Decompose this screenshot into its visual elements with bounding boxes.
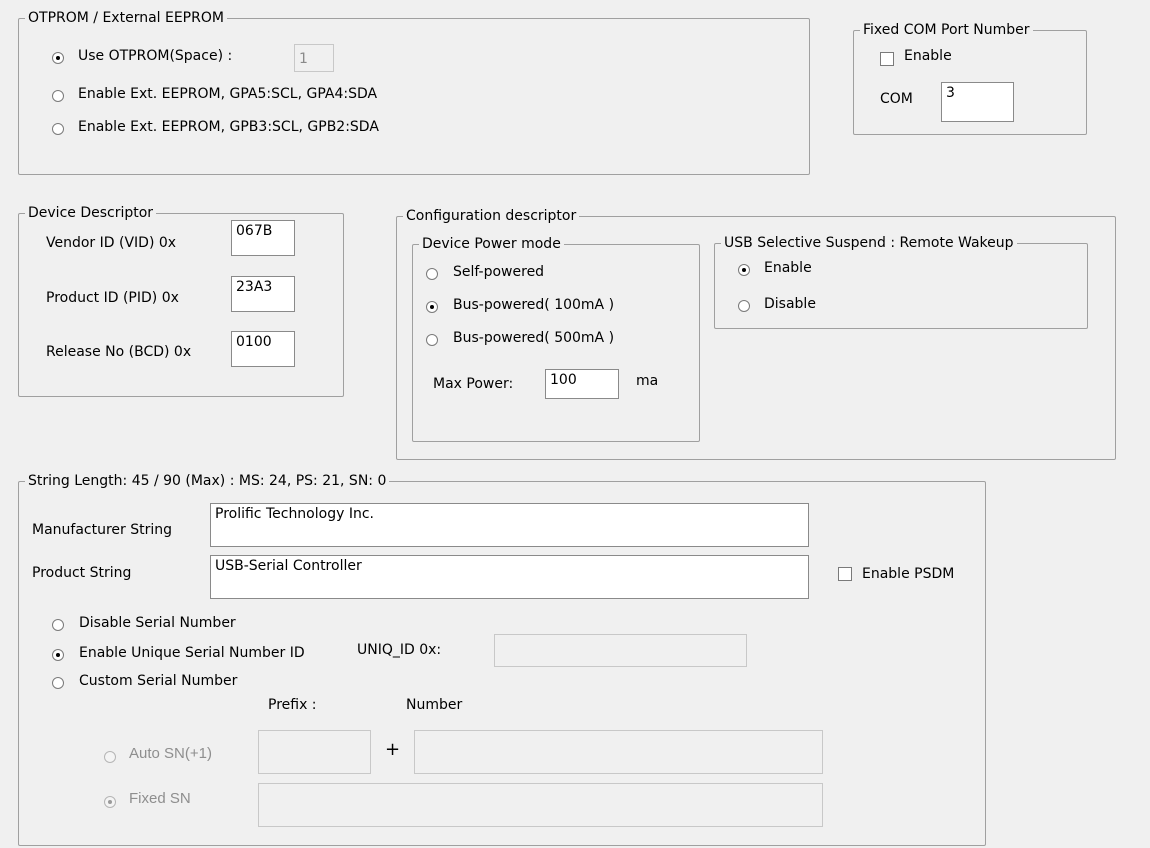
remote-wakeup-disable-radio[interactable]: [738, 300, 750, 312]
bus-powered-100-label[interactable]: Bus-powered( 100mA ): [453, 297, 614, 313]
fixed-sn-field[interactable]: [258, 783, 823, 827]
uniq-id-field[interactable]: [494, 634, 747, 667]
vid-field[interactable]: 067B: [231, 220, 295, 256]
selective-suspend-title: USB Selective Suspend : Remote Wakeup: [721, 234, 1017, 252]
power-mode-title: Device Power mode: [419, 235, 564, 253]
bus-powered-500-radio[interactable]: [426, 334, 438, 346]
plus-sign: +: [385, 739, 401, 760]
fixed-sn-radio[interactable]: [104, 796, 116, 808]
otprom-group-title: OTPROM / External EEPROM: [25, 9, 227, 27]
selective-suspend-group: USB Selective Suspend : Remote Wakeup: [714, 234, 1088, 329]
bus-powered-100-radio[interactable]: [426, 301, 438, 313]
disable-serial-label[interactable]: Disable Serial Number: [79, 615, 236, 631]
auto-sn-radio[interactable]: [104, 751, 116, 763]
device-descriptor-title: Device Descriptor: [25, 204, 157, 222]
pid-field[interactable]: 23A3: [231, 276, 295, 312]
remote-wakeup-enable-label[interactable]: Enable: [764, 260, 812, 276]
max-power-unit: ma: [636, 373, 659, 389]
com-port-group-title: Fixed COM Port Number: [860, 21, 1033, 39]
otprom-space-field[interactable]: 1: [294, 44, 334, 72]
use-otprom-label[interactable]: Use OTPROM(Space) :: [78, 48, 232, 64]
manufacturer-string-field[interactable]: Prolific Technology Inc.: [210, 503, 809, 547]
prefix-header: Prefix :: [268, 697, 317, 713]
fixed-sn-label[interactable]: Fixed SN: [129, 790, 191, 807]
max-power-field[interactable]: 100: [545, 369, 619, 399]
remote-wakeup-disable-label[interactable]: Disable: [764, 296, 816, 312]
auto-sn-label[interactable]: Auto SN(+1): [129, 745, 212, 762]
use-otprom-radio[interactable]: [52, 52, 64, 64]
bcd-field[interactable]: 0100: [231, 331, 295, 367]
unique-serial-radio[interactable]: [52, 649, 64, 661]
product-string-field[interactable]: USB-Serial Controller: [210, 555, 809, 599]
custom-serial-radio[interactable]: [52, 677, 64, 689]
disable-serial-radio[interactable]: [52, 619, 64, 631]
ext-eeprom-gpa-radio[interactable]: [52, 90, 64, 102]
ext-eeprom-gpb-label[interactable]: Enable Ext. EEPROM, GPB3:SCL, GPB2:SDA: [78, 119, 379, 135]
self-powered-radio[interactable]: [426, 268, 438, 280]
sn-prefix-field[interactable]: [258, 730, 371, 774]
sn-number-field[interactable]: [414, 730, 823, 774]
config-descriptor-title: Configuration descriptor: [403, 207, 580, 225]
bcd-label: Release No (BCD) 0x: [46, 344, 192, 360]
ext-eeprom-gpa-label[interactable]: Enable Ext. EEPROM, GPA5:SCL, GPA4:SDA: [78, 86, 377, 102]
unique-serial-label[interactable]: Enable Unique Serial Number ID: [79, 645, 305, 661]
string-length-title: String Length: 45 / 90 (Max) : MS: 24, P…: [25, 472, 390, 490]
com-port-enable-checkbox[interactable]: [880, 52, 894, 66]
bus-powered-500-label[interactable]: Bus-powered( 500mA ): [453, 330, 614, 346]
product-string-label: Product String: [32, 565, 132, 581]
uniq-id-label: UNIQ_ID 0x:: [357, 642, 442, 658]
number-header: Number: [406, 697, 463, 713]
com-port-enable-label[interactable]: Enable: [904, 48, 952, 64]
enable-psdm-checkbox[interactable]: [838, 567, 852, 581]
manufacturer-string-label: Manufacturer String: [32, 522, 173, 538]
max-power-label: Max Power:: [433, 376, 514, 392]
remote-wakeup-enable-radio[interactable]: [738, 264, 750, 276]
ext-eeprom-gpb-radio[interactable]: [52, 123, 64, 135]
com-number-field[interactable]: 3: [941, 82, 1014, 122]
self-powered-label[interactable]: Self-powered: [453, 264, 544, 280]
vid-label: Vendor ID (VID) 0x: [46, 235, 177, 251]
com-label: COM: [880, 91, 913, 107]
pid-label: Product ID (PID) 0x: [46, 290, 179, 306]
enable-psdm-label[interactable]: Enable PSDM: [862, 566, 954, 582]
custom-serial-label[interactable]: Custom Serial Number: [79, 673, 237, 689]
